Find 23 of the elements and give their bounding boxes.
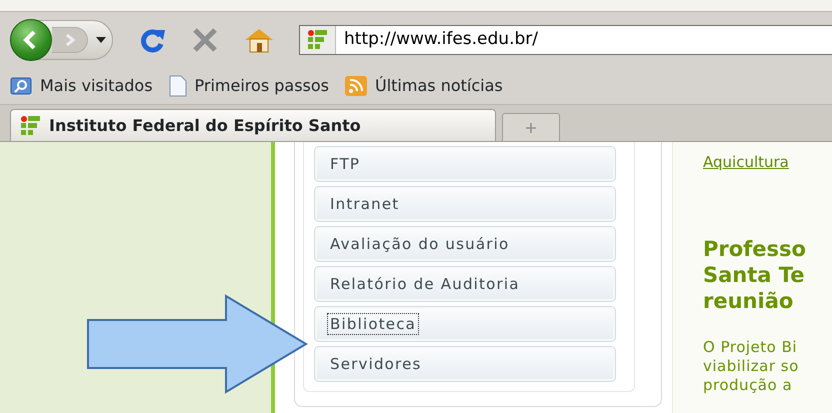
home-icon[interactable]: [243, 26, 275, 54]
menu-button[interactable]: Avaliação do usuário: [314, 226, 616, 262]
news-text: O Projeto Bi viabilizar so produção a: [703, 338, 800, 395]
menu-button[interactable]: Biblioteca: [314, 306, 616, 342]
news-heading: Professo Santa Te reunião: [703, 236, 807, 314]
feed-icon: [345, 76, 367, 96]
site-icon: [21, 116, 41, 136]
menu-button[interactable]: FTP: [314, 146, 616, 182]
menu-button[interactable]: Relatório de Auditoria: [314, 266, 616, 302]
dropdown-icon[interactable]: [96, 37, 106, 43]
bookmark-item[interactable]: Mais visitados: [10, 74, 153, 98]
bookmark-item[interactable]: Últimas notícias: [345, 74, 503, 98]
page-icon: [168, 75, 187, 97]
bookmark-item[interactable]: Primeiros passos: [168, 74, 329, 98]
news-link[interactable]: Aquicultura: [703, 151, 789, 174]
url-text: http://www.ifes.edu.br/: [343, 28, 538, 52]
address-bar[interactable]: http://www.ifes.edu.br/: [299, 25, 832, 55]
site-icon: [308, 30, 328, 50]
menu-button[interactable]: Intranet: [314, 186, 616, 222]
back-button[interactable]: [10, 19, 52, 61]
browser-tab[interactable]: Instituto Federal do Espírito Santo: [10, 109, 496, 141]
menu-button[interactable]: Servidores: [314, 346, 616, 382]
search-icon: [10, 77, 32, 95]
